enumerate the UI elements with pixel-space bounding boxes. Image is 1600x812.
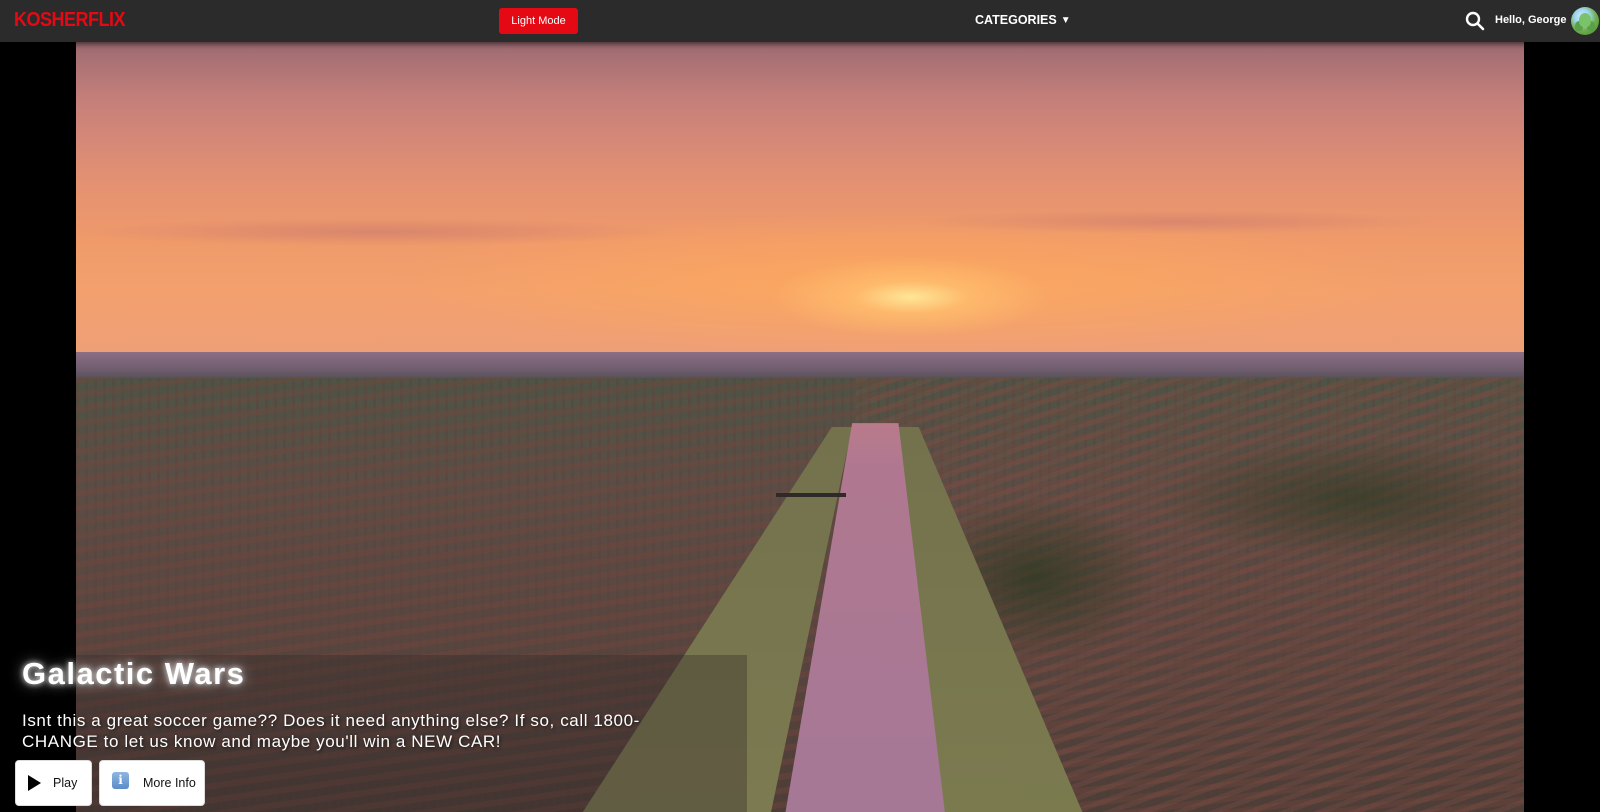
- more-info-label: More Info: [143, 776, 196, 790]
- info-icon: i: [112, 771, 129, 789]
- avatar[interactable]: [1571, 7, 1599, 35]
- top-navbar: KOSHERFLIX Light Mode CATEGORIES ▼ Hello…: [0, 0, 1600, 42]
- categories-dropdown[interactable]: CATEGORIES ▼: [975, 13, 1071, 27]
- hero-description: Isnt this a great soccer game?? Does it …: [22, 711, 640, 751]
- caret-down-icon: ▼: [1060, 14, 1071, 26]
- hero-title: Galactic Wars: [22, 656, 246, 691]
- user-greeting: Hello, George: [1495, 14, 1567, 26]
- brand-logo[interactable]: KOSHERFLIX: [14, 7, 126, 31]
- play-label: Play: [53, 776, 78, 790]
- light-mode-button[interactable]: Light Mode: [499, 8, 578, 34]
- search-icon[interactable]: [1465, 11, 1485, 31]
- canal-bridge: [776, 493, 846, 497]
- more-info-button[interactable]: i More Info: [99, 760, 205, 806]
- categories-label: CATEGORIES: [975, 13, 1057, 27]
- avatar-image: [1579, 13, 1591, 27]
- cloud-band: [76, 192, 1524, 272]
- hero-banner-image: [76, 42, 1524, 812]
- play-button[interactable]: Play: [15, 760, 92, 806]
- play-icon: [28, 775, 41, 791]
